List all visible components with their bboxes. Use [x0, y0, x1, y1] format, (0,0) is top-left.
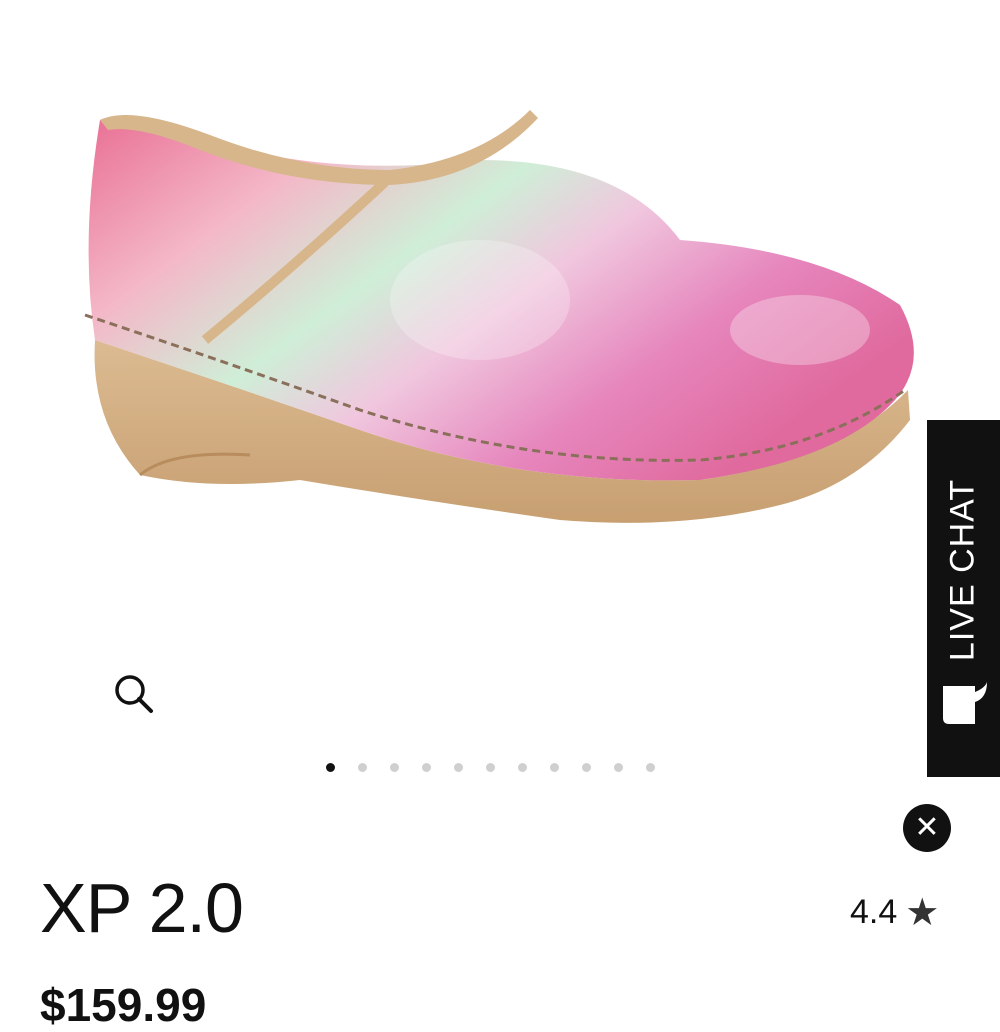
zoom-search-icon[interactable]: [108, 668, 160, 720]
product-rating[interactable]: 4.4 ★: [850, 893, 939, 932]
carousel-dot-1[interactable]: [326, 762, 335, 772]
carousel-dot-9[interactable]: [582, 762, 591, 772]
product-title: XP 2.0: [40, 869, 244, 947]
product-price: $159.99: [40, 979, 207, 1031]
live-chat-button[interactable]: LIVE CHAT: [927, 420, 1000, 777]
rating-value: 4.4: [850, 893, 898, 931]
image-carousel-dots: [326, 760, 655, 774]
carousel-dot-3[interactable]: [390, 762, 399, 772]
carousel-dot-4[interactable]: [422, 762, 431, 772]
carousel-dot-10[interactable]: [614, 762, 623, 772]
star-icon: ★: [905, 891, 940, 934]
carousel-dot-11[interactable]: [646, 762, 655, 772]
close-icon[interactable]: ✕: [903, 804, 951, 852]
carousel-dot-6[interactable]: [486, 762, 495, 772]
carousel-dot-7[interactable]: [518, 762, 527, 772]
carousel-dot-5[interactable]: [454, 762, 463, 772]
chat-bubble-icon: [943, 682, 987, 724]
product-image: [84, 110, 914, 523]
carousel-dot-8[interactable]: [550, 762, 559, 772]
carousel-dot-2[interactable]: [358, 762, 367, 772]
live-chat-label: LIVE CHAT: [943, 478, 982, 662]
